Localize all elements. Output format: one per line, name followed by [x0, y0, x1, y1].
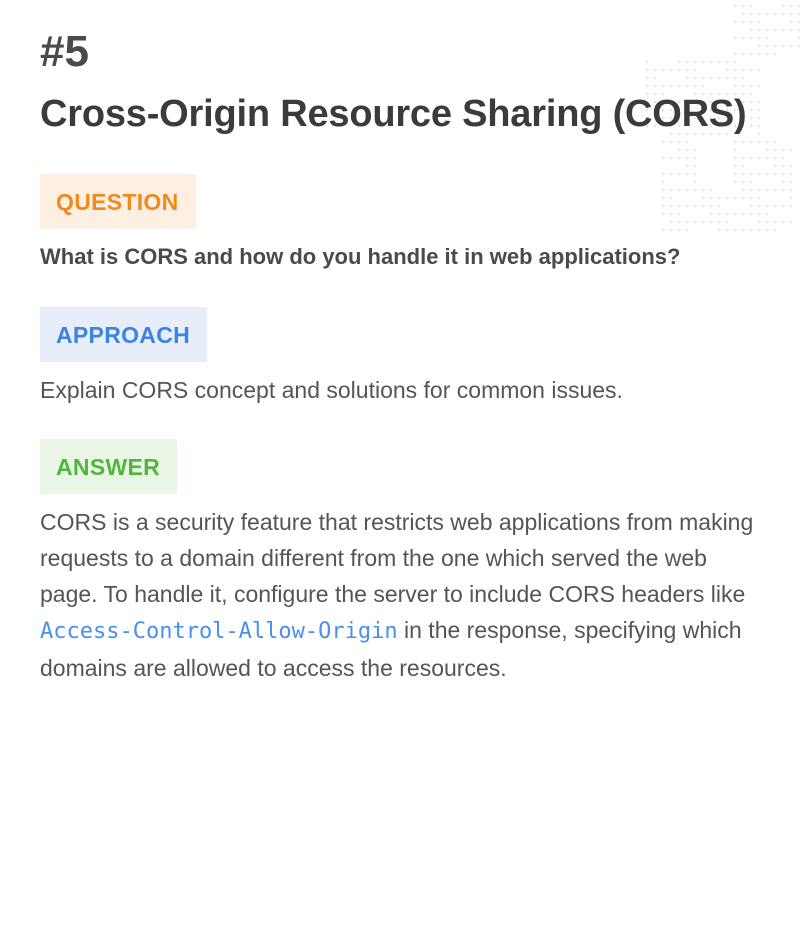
- approach-badge: APPROACH: [40, 307, 208, 362]
- page-title: Cross-Origin Resource Sharing (CORS): [40, 93, 747, 135]
- answer-text-intro: CORS is a security feature that restrict…: [40, 509, 754, 607]
- card-content: #5 Cross-Origin Resource Sharing (CORS) …: [40, 26, 770, 686]
- code-snippet: Access-Control-Allow-Origin: [40, 619, 398, 644]
- answer-text: CORS is a security feature that restrict…: [40, 504, 770, 686]
- question-text: What is CORS and how do you handle it in…: [40, 244, 681, 269]
- question-badge: QUESTION: [40, 174, 196, 229]
- approach-text: Explain CORS concept and solutions for c…: [40, 377, 623, 403]
- answer-badge: ANSWER: [40, 439, 178, 494]
- item-number: #5: [40, 27, 89, 76]
